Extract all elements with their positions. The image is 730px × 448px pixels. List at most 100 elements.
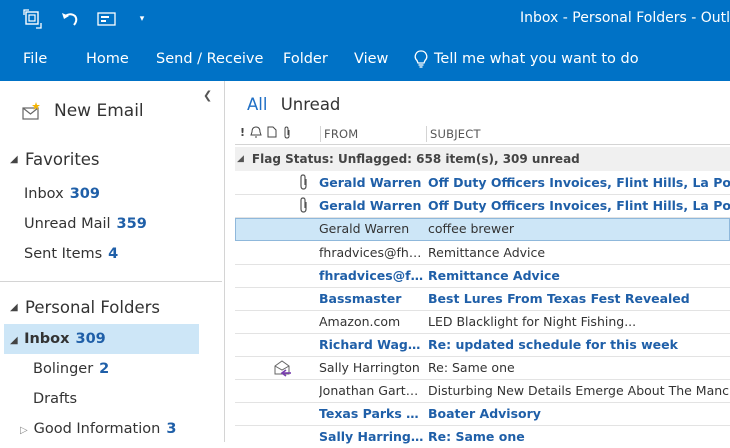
message-from: Gerald Warren bbox=[319, 175, 422, 190]
unread-count: 2 bbox=[99, 361, 110, 377]
message-row[interactable]: Bassmaster Best Lures From Texas Fest Re… bbox=[235, 288, 730, 311]
filter-all-tab[interactable]: All bbox=[247, 95, 267, 114]
message-subject: Best Lures From Texas Fest Revealed bbox=[428, 291, 690, 306]
column-headers: ! FROM SUBJECT bbox=[235, 124, 730, 145]
message-subject: coffee brewer bbox=[428, 221, 515, 236]
unread-count: 4 bbox=[108, 246, 119, 262]
message-subject: Boater Advisory bbox=[428, 406, 541, 421]
folder-label: Unread Mail bbox=[24, 216, 111, 232]
expand-triangle-icon: ◢ bbox=[10, 302, 18, 313]
folder-bolinger[interactable]: Bolinger 2 bbox=[33, 355, 109, 383]
expand-triangle-icon: ◢ bbox=[237, 154, 244, 164]
new-email-label: New Email bbox=[54, 101, 144, 121]
message-row[interactable]: Amazon.com LED Blacklight for Night Fish… bbox=[235, 311, 730, 334]
reminder-column-icon[interactable] bbox=[250, 126, 262, 141]
unread-count: 359 bbox=[116, 216, 147, 232]
folder-label: Inbox bbox=[24, 331, 70, 347]
favorites-label: Favorites bbox=[25, 150, 100, 169]
message-subject: Off Duty Officers Invoices, Flint Hills,… bbox=[428, 198, 730, 213]
send-receive-all-icon[interactable] bbox=[20, 0, 46, 37]
folder-label: Sent Items bbox=[24, 246, 103, 262]
tab-file[interactable]: File bbox=[23, 37, 47, 81]
message-row-selected[interactable]: Gerald Warren coffee brewer bbox=[235, 218, 730, 241]
message-subject: Remittance Advice bbox=[428, 268, 560, 283]
favorite-inbox[interactable]: Inbox 309 bbox=[24, 180, 100, 208]
icon-column-icon[interactable] bbox=[267, 126, 277, 141]
message-from: Richard Wagner bbox=[319, 337, 425, 352]
new-email-button[interactable]: New Email bbox=[22, 99, 144, 123]
message-list-pane: All Unread ! FROM SUBJECT ◢ Flag Status:… bbox=[225, 81, 730, 444]
collapse-pane-chevron-icon[interactable]: ❮ bbox=[203, 89, 212, 102]
folder-label: Good Information bbox=[33, 421, 161, 437]
message-subject: Re: updated schedule for this week bbox=[428, 337, 678, 352]
message-row[interactable]: fhradvices@fhr... Remittance Advice bbox=[235, 265, 730, 288]
subject-column-header[interactable]: SUBJECT bbox=[430, 127, 481, 141]
message-from: Texas Parks an... bbox=[319, 406, 425, 421]
importance-column-icon[interactable]: ! bbox=[240, 126, 245, 139]
lightbulb-icon bbox=[414, 50, 428, 68]
favorite-unread-mail[interactable]: Unread Mail 359 bbox=[24, 210, 147, 238]
message-row[interactable]: Texas Parks an... Boater Advisory bbox=[235, 403, 730, 426]
personal-folders-label: Personal Folders bbox=[25, 298, 160, 317]
message-from: fhradvices@fhr... bbox=[319, 268, 425, 283]
folder-label: Bolinger bbox=[33, 361, 94, 377]
message-from: Gerald Warren bbox=[319, 221, 410, 236]
new-email-icon bbox=[22, 102, 40, 120]
message-subject: Disturbing New Details Emerge About The … bbox=[428, 383, 730, 398]
folder-label: Drafts bbox=[33, 391, 78, 407]
folder-inbox[interactable]: ◢ Inbox 309 bbox=[10, 325, 106, 353]
window-title: Inbox - Personal Folders - Outlook bbox=[520, 10, 730, 26]
group-header[interactable]: ◢ Flag Status: Unflagged: 658 item(s), 3… bbox=[237, 149, 580, 169]
tab-folder[interactable]: Folder bbox=[283, 37, 328, 81]
favorites-header[interactable]: ◢ Favorites bbox=[10, 150, 100, 169]
list-filters: All Unread bbox=[247, 95, 340, 114]
message-row[interactable]: Jonathan Garthw... Disturbing New Detail… bbox=[235, 380, 730, 403]
unread-count: 3 bbox=[166, 421, 177, 437]
group-header-label: Flag Status: Unflagged: 658 item(s), 309… bbox=[251, 152, 580, 166]
favorite-sent-items[interactable]: Sent Items 4 bbox=[24, 240, 118, 268]
expand-triangle-icon: ◢ bbox=[10, 154, 18, 165]
ribbon-tabs: File Home Send / Receive Folder View Tel… bbox=[0, 37, 730, 81]
message-subject: LED Blacklight for Night Fishing... bbox=[428, 314, 637, 329]
message-row[interactable]: Gerald Warren Off Duty Officers Invoices… bbox=[235, 172, 730, 195]
message-from: Jonathan Garthw... bbox=[319, 383, 425, 398]
unread-count: 309 bbox=[75, 331, 106, 347]
tell-me-search[interactable]: Tell me what you want to do bbox=[414, 37, 639, 81]
message-row[interactable]: fhradvices@fhr.c... Remittance Advice bbox=[235, 242, 730, 265]
nav-divider bbox=[0, 281, 222, 282]
folder-drafts[interactable]: Drafts bbox=[33, 385, 77, 413]
message-from: Gerald Warren bbox=[319, 198, 422, 213]
tell-me-label: Tell me what you want to do bbox=[434, 51, 639, 67]
message-from: Bassmaster bbox=[319, 291, 402, 306]
message-row[interactable]: Sally Harrington Re: Same one bbox=[235, 426, 730, 448]
column-divider[interactable] bbox=[320, 126, 321, 142]
title-bar: ▾ Inbox - Personal Folders - Outlook bbox=[0, 0, 730, 37]
message-from: Amazon.com bbox=[319, 314, 401, 329]
filter-unread-tab[interactable]: Unread bbox=[281, 95, 341, 114]
tab-view[interactable]: View bbox=[354, 37, 388, 81]
expand-triangle-icon: ◢ bbox=[10, 335, 18, 346]
collapsed-triangle-icon[interactable]: ▷ bbox=[20, 417, 29, 445]
unread-count: 309 bbox=[69, 186, 100, 202]
tab-home[interactable]: Home bbox=[86, 37, 129, 81]
message-subject: Remittance Advice bbox=[428, 245, 546, 260]
message-subject: Re: Same one bbox=[428, 360, 515, 375]
message-row[interactable]: Sally Harrington Re: Same one bbox=[235, 357, 730, 380]
message-subject: Off Duty Officers Invoices, Flint Hills,… bbox=[428, 175, 730, 190]
quick-access-customize-icon[interactable] bbox=[95, 0, 119, 37]
undo-icon[interactable] bbox=[58, 0, 82, 37]
from-column-header[interactable]: FROM bbox=[324, 127, 358, 141]
paperclip-icon bbox=[299, 197, 308, 216]
message-row[interactable]: Gerald Warren Off Duty Officers Invoices… bbox=[235, 195, 730, 218]
tab-send-receive[interactable]: Send / Receive bbox=[156, 37, 263, 81]
paperclip-icon bbox=[299, 174, 308, 193]
folder-good-information[interactable]: ▷ Good Information 3 bbox=[20, 415, 176, 443]
message-from: fhradvices@fhr.c... bbox=[319, 245, 425, 260]
message-from: Sally Harrington bbox=[319, 360, 420, 375]
attachment-column-icon[interactable] bbox=[283, 126, 291, 142]
personal-folders-header[interactable]: ◢ Personal Folders bbox=[10, 298, 160, 317]
column-divider[interactable] bbox=[426, 126, 427, 142]
folder-label: Inbox bbox=[24, 186, 64, 202]
message-row[interactable]: Richard Wagner Re: updated schedule for … bbox=[235, 334, 730, 357]
qat-dropdown-icon[interactable]: ▾ bbox=[135, 0, 149, 37]
